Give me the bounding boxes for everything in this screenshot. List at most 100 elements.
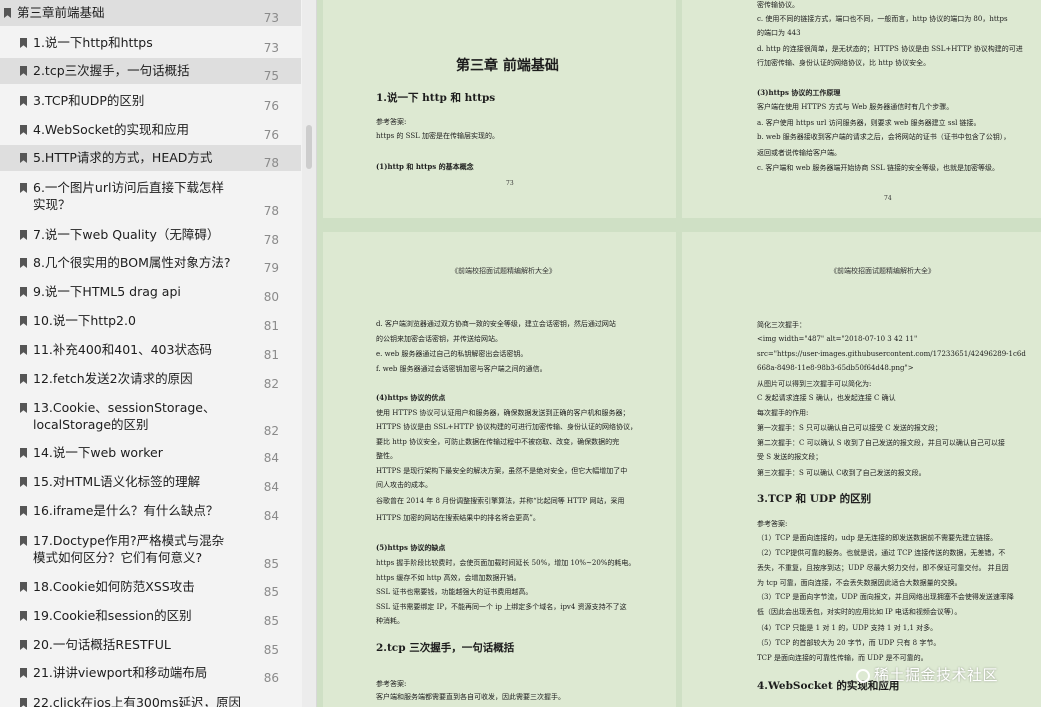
body-line: 种消耗。	[376, 617, 404, 625]
watermark: 稀土掘金技术社区	[856, 664, 998, 685]
sidebar-scrollbar-thumb[interactable]	[306, 125, 312, 169]
outline-item-page: 80	[263, 290, 279, 304]
outline-item-title: 20.一句话概括RESTFUL	[33, 637, 171, 652]
bookmark-icon	[20, 506, 27, 516]
body-line: 第一次握手：S 只可以确认自己可以接受 C 发送的报文段；	[757, 424, 942, 432]
outline-item[interactable]: 10.说一下http2.0 81	[0, 308, 301, 334]
outline-item-page: 82	[263, 424, 279, 438]
answer-label: 参考答案:	[376, 680, 407, 688]
outline-item-page: 81	[263, 319, 279, 333]
body-line: f. web 服务器通过会话密钥加密与客户端之间的通信。	[376, 365, 547, 373]
outline-item[interactable]: 20.一句话概括RESTFUL 85	[0, 632, 301, 658]
body-line: 第三次握手：S 可以确认 C收到了自己发送的报文段。	[757, 469, 926, 477]
outline-item[interactable]: 11.补充400和401、403状态码 81	[0, 337, 301, 363]
bookmark-icon	[20, 345, 27, 355]
bookmark-icon	[20, 668, 27, 678]
outline-item-page: 84	[263, 509, 279, 523]
outline-item-page: 85	[263, 585, 279, 599]
body-line: （3）TCP 是面向字节流，UDP 面向报文，并且网络出现拥塞不会使得发送速率降	[757, 593, 1014, 601]
bookmark-icon	[20, 448, 27, 458]
outline-item[interactable]: 2.tcp三次握手，一句话概括 75	[0, 58, 301, 84]
outline-item-title: 第三章前端基础	[17, 5, 105, 20]
body-line: 使用 HTTPS 协议可认证用户和服务器，确保数据发送到正确的客户机和服务器；	[376, 409, 630, 417]
outline-item[interactable]: 13.Cookie、sessionStorage、localStorage的区别…	[0, 395, 301, 441]
section-heading: 3.TCP 和 UDP 的区别	[757, 493, 872, 505]
outline-sidebar: 第三章前端基础 73 1.说一下http和https 73 2.tcp三次握手，一句话概…	[0, 0, 317, 707]
bookmark-icon	[20, 374, 27, 384]
outline-item[interactable]: 9.说一下HTML5 drag api 80	[0, 279, 301, 305]
body-line: SSL 证书也需要钱，功能越强大的证书费用越高。	[376, 588, 533, 596]
body-line: c. 使用不同的链接方式，端口也不同，一般而言，http 协议的端口为 80，h…	[757, 15, 1008, 23]
outline-item-page: 85	[263, 614, 279, 628]
bookmark-icon	[20, 698, 27, 707]
outline-item-page: 86	[263, 671, 279, 685]
outline-item-title: 15.对HTML语义化标签的理解	[33, 474, 201, 489]
bookmark-icon	[20, 287, 27, 297]
outline-item[interactable]: 7.说一下web Quality（无障碍） 78	[0, 222, 301, 248]
outline-item-page: 82	[263, 377, 279, 391]
outline-item[interactable]: 5.HTTP请求的方式，HEAD方式 78	[0, 145, 301, 171]
subheading: (3)https 协议的工作原理	[757, 88, 841, 97]
body-line: （1）TCP 是面向连接的，udp 是无连接的即发送数据前不需要先建立链接。	[757, 534, 998, 542]
body-line: 的公钥来加密会话密钥，并传送给网站。	[376, 335, 502, 343]
body-line: 谷歌曾在 2014 年 8 月份调整搜索引擎算法，并称“比起同等 HTTP 网站…	[376, 497, 625, 505]
bookmark-icon	[20, 477, 27, 487]
bookmark-icon	[20, 258, 27, 268]
page-header: 《前端校招面试题精编解析大全》	[830, 267, 935, 275]
body-line: https 的 SSL 加密是在传输层实现的。	[376, 132, 499, 140]
subheading: (5)https 协议的缺点	[376, 543, 446, 552]
outline-item[interactable]: 18.Cookie如何防范XSS攻击 85	[0, 574, 301, 600]
section-heading: 1.说一下 http 和 https	[376, 92, 496, 104]
body-line: 每次握手的作用:	[757, 409, 809, 417]
body-line: src="https://user-images.githubuserconte…	[757, 350, 1026, 358]
outline-item[interactable]: 3.TCP和UDP的区别 76	[0, 88, 301, 114]
page-76: 《前端校招面试题精编解析大全》 简化三次握手： <img width="487"…	[682, 232, 1041, 707]
body-line: b. web 服务器接收到客户端的请求之后，会将网站的证书（证书中包含了公钥），	[757, 133, 1011, 141]
outline-item[interactable]: 16.iframe是什么？有什么缺点？ 84	[0, 498, 301, 524]
chapter-title: 第三章 前端基础	[456, 58, 559, 74]
bookmark-icon	[4, 8, 11, 18]
outline-item-title: 18.Cookie如何防范XSS攻击	[33, 579, 195, 594]
outline-item[interactable]: 8.几个很实用的BOM属性对象方法? 79	[0, 250, 301, 276]
outline-item[interactable]: 22.click在ios上有300ms延迟，原因	[0, 690, 301, 707]
outline-item-page: 84	[263, 480, 279, 494]
outline-item[interactable]: 12.fetch发送2次请求的原因 82	[0, 366, 301, 392]
outline-item-title: 11.补充400和401、403状态码	[33, 342, 212, 357]
document-viewer[interactable]: 第三章 前端基础 1.说一下 http 和 https 参考答案: https …	[317, 0, 1041, 707]
bookmark-icon	[20, 536, 27, 546]
outline-item-page: 78	[263, 156, 279, 170]
outline-item-page: 81	[263, 348, 279, 362]
outline-item[interactable]: 17.Doctype作用?严格模式与混杂模式如何区分？它们有何意义? 85	[0, 528, 301, 574]
outline-item[interactable]: 14.说一下web worker 84	[0, 440, 301, 466]
watermark-text: 稀土掘金技术社区	[874, 666, 999, 684]
outline-item[interactable]: 21.讲讲viewport和移动端布局 86	[0, 660, 301, 686]
body-line: 简化三次握手：	[757, 321, 806, 329]
outline-item-page: 79	[263, 261, 279, 275]
outline-item[interactable]: 19.Cookie和session的区别 85	[0, 603, 301, 629]
answer-label: 参考答案:	[757, 520, 788, 528]
body-line: a. 客户使用 https url 访问服务器，则要求 web 服务器建立 ss…	[757, 119, 981, 127]
outline-item[interactable]: 15.对HTML语义化标签的理解 84	[0, 469, 301, 495]
answer-label: 参考答案:	[376, 118, 407, 126]
bookmark-icon	[20, 125, 27, 135]
body-line: 668a-8498-11e8-98b3-65db50f64d48.png">	[757, 364, 914, 372]
outline-item[interactable]: 6.一个图片url访问后直接下载怎样实现？ 78	[0, 175, 301, 221]
outline-item[interactable]: 4.WebSocket的实现和应用 76	[0, 117, 301, 143]
body-line: 要比 http 协议安全，可防止数据在传输过程中不被窃取、改变，确保数据的完	[376, 438, 620, 446]
bookmark-icon	[20, 611, 27, 621]
outline-item-title: 4.WebSocket的实现和应用	[33, 122, 190, 137]
outline-item-title: 5.HTTP请求的方式，HEAD方式	[33, 150, 213, 165]
outline-item-page: 73	[263, 11, 279, 25]
body-line: 第二次握手：C 可以确认 S 收到了自己发送的报文段，并且可以确认自己可以接	[757, 439, 1005, 447]
outline-item[interactable]: 1.说一下http和https 73	[0, 30, 301, 56]
outline-item[interactable]: 第三章前端基础 73	[0, 0, 301, 26]
sidebar-scrollbar-track[interactable]	[302, 0, 316, 707]
outline-item-page: 76	[263, 99, 279, 113]
body-line: c. 客户端和 web 服务器端开始协商 SSL 链接的安全等级，也就是加密等级…	[757, 164, 1000, 172]
page-75: 《前端校招面试题精编解析大全》 d. 客户端浏览器通过双方协商一致的安全等级，建…	[323, 232, 676, 707]
body-line: HTTPS 是现行架构下最安全的解决方案，虽然不是绝对安全，但它大幅增加了中	[376, 467, 628, 475]
body-line: C 发起请求连接 S 确认，也发起连接 C 确认	[757, 394, 896, 402]
bookmark-icon	[20, 316, 27, 326]
page-number: 74	[884, 195, 892, 202]
outline-item-page: 73	[263, 41, 279, 55]
